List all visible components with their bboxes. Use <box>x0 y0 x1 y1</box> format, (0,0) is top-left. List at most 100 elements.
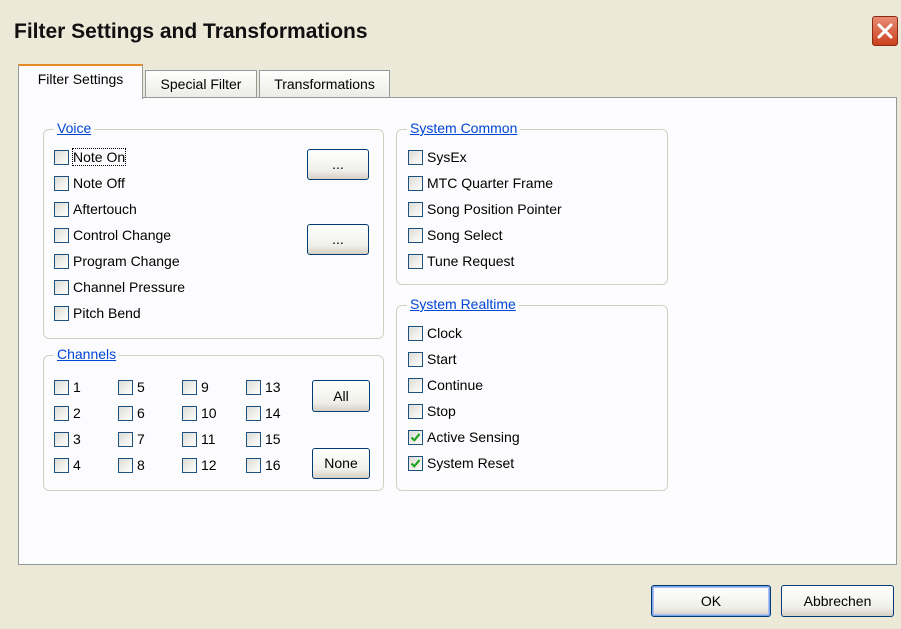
sys-common-song-select-checkbox[interactable] <box>408 227 423 243</box>
note-on-options-button[interactable]: ... <box>307 149 369 180</box>
channel-10-row[interactable]: 10 <box>182 402 217 424</box>
cancel-button[interactable]: Abbrechen <box>781 585 894 617</box>
sys-common-tune-request-checkbox[interactable] <box>408 253 423 269</box>
channel-1-checkbox[interactable] <box>54 379 69 395</box>
channel-3-label: 3 <box>73 431 81 447</box>
channel-12-row[interactable]: 12 <box>182 454 217 476</box>
sys-realtime-stop-checkbox[interactable] <box>408 403 423 419</box>
channels-all-button[interactable]: All <box>312 380 370 412</box>
voice-note-off-checkbox[interactable] <box>54 175 69 191</box>
sys-common-song-position-pointer-label: Song Position Pointer <box>427 201 562 217</box>
sys-realtime-active-sensing-label: Active Sensing <box>427 429 520 445</box>
window-title: Filter Settings and Transformations <box>14 20 368 43</box>
sys-common-sysex-row[interactable]: SysEx <box>408 146 467 168</box>
channel-9-label: 9 <box>201 379 209 395</box>
title-bar[interactable]: Filter Settings and Transformations <box>0 0 901 62</box>
channel-4-row[interactable]: 4 <box>54 454 81 476</box>
sys-realtime-start-checkbox[interactable] <box>408 351 423 367</box>
close-button[interactable] <box>872 16 898 46</box>
voice-program-change-row[interactable]: Program Change <box>54 250 180 272</box>
system-realtime-group: System Realtime Clock Start Continue Stop Ac… <box>396 296 668 491</box>
sys-realtime-continue-checkbox[interactable] <box>408 377 423 393</box>
sys-common-mtc-quarter-frame-checkbox[interactable] <box>408 175 423 191</box>
channel-12-checkbox[interactable] <box>182 457 197 473</box>
voice-group-title: Voice <box>54 120 95 136</box>
channel-10-checkbox[interactable] <box>182 405 197 421</box>
channel-1-row[interactable]: 1 <box>54 376 81 398</box>
voice-aftertouch-checkbox[interactable] <box>54 201 69 217</box>
channel-6-row[interactable]: 6 <box>118 402 145 424</box>
channel-2-checkbox[interactable] <box>54 405 69 421</box>
channel-11-label: 11 <box>201 431 216 447</box>
voice-note-on-checkbox[interactable] <box>54 149 69 165</box>
sys-realtime-system-reset-row[interactable]: System Reset <box>408 452 514 474</box>
channel-9-checkbox[interactable] <box>182 379 197 395</box>
sys-common-song-position-pointer-checkbox[interactable] <box>408 201 423 217</box>
channel-16-label: 16 <box>265 457 281 473</box>
tab-special-filter[interactable]: Special Filter <box>145 70 257 98</box>
voice-aftertouch-row[interactable]: Aftertouch <box>54 198 137 220</box>
sys-realtime-continue-row[interactable]: Continue <box>408 374 483 396</box>
system-common-group: System Common SysEx MTC Quarter Frame Song… <box>396 120 668 285</box>
sys-realtime-start-row[interactable]: Start <box>408 348 457 370</box>
channel-5-checkbox[interactable] <box>118 379 133 395</box>
control-change-options-button[interactable]: ... <box>307 224 369 255</box>
voice-pitch-bend-checkbox[interactable] <box>54 305 69 321</box>
channel-15-row[interactable]: 15 <box>246 428 281 450</box>
voice-note-off-row[interactable]: Note Off <box>54 172 125 194</box>
tab-filter-settings[interactable]: Filter Settings <box>18 64 143 99</box>
sys-realtime-stop-label: Stop <box>427 403 456 419</box>
channel-2-row[interactable]: 2 <box>54 402 81 424</box>
sys-common-sysex-checkbox[interactable] <box>408 149 423 165</box>
sys-realtime-clock-row[interactable]: Clock <box>408 322 462 344</box>
sys-realtime-continue-label: Continue <box>427 377 484 393</box>
sys-common-tune-request-row[interactable]: Tune Request <box>408 250 514 272</box>
voice-channel-pressure-checkbox[interactable] <box>54 279 69 295</box>
channel-8-checkbox[interactable] <box>118 457 133 473</box>
channel-12-label: 12 <box>201 457 217 473</box>
voice-channel-pressure-row[interactable]: Channel Pressure <box>54 276 185 298</box>
voice-control-change-label: Control Change <box>73 227 172 243</box>
channel-7-label: 7 <box>137 431 145 447</box>
channel-7-checkbox[interactable] <box>118 431 133 447</box>
sys-common-mtc-quarter-frame-row[interactable]: MTC Quarter Frame <box>408 172 553 194</box>
channel-9-row[interactable]: 9 <box>182 376 209 398</box>
sys-realtime-active-sensing-row[interactable]: Active Sensing <box>408 426 520 448</box>
channel-13-row[interactable]: 13 <box>246 376 281 398</box>
voice-note-on-row[interactable]: Note On <box>54 146 127 168</box>
sys-realtime-system-reset-checkbox[interactable] <box>408 455 423 471</box>
sys-common-song-select-row[interactable]: Song Select <box>408 224 503 246</box>
channel-8-row[interactable]: 8 <box>118 454 145 476</box>
ok-button[interactable]: OK <box>651 585 771 617</box>
channel-3-row[interactable]: 3 <box>54 428 81 450</box>
tab-transformations[interactable]: Transformations <box>259 70 390 98</box>
channels-none-button[interactable]: None <box>312 448 370 479</box>
voice-note-on-label: Note On <box>71 148 127 166</box>
channel-16-checkbox[interactable] <box>246 457 261 473</box>
channel-3-checkbox[interactable] <box>54 431 69 447</box>
channel-16-row[interactable]: 16 <box>246 454 281 476</box>
system-common-group-title: System Common <box>407 120 521 136</box>
channel-14-row[interactable]: 14 <box>246 402 281 424</box>
channel-11-checkbox[interactable] <box>182 431 197 447</box>
channel-11-row[interactable]: 11 <box>182 428 216 450</box>
voice-control-change-row[interactable]: Control Change <box>54 224 171 246</box>
sys-common-song-position-pointer-row[interactable]: Song Position Pointer <box>408 198 562 220</box>
channel-5-row[interactable]: 5 <box>118 376 145 398</box>
voice-control-change-checkbox[interactable] <box>54 227 69 243</box>
sys-realtime-clock-checkbox[interactable] <box>408 325 423 341</box>
sys-realtime-stop-row[interactable]: Stop <box>408 400 456 422</box>
channel-7-row[interactable]: 7 <box>118 428 145 450</box>
channel-15-checkbox[interactable] <box>246 431 261 447</box>
sys-realtime-active-sensing-checkbox[interactable] <box>408 429 423 445</box>
voice-program-change-checkbox[interactable] <box>54 253 69 269</box>
channel-6-checkbox[interactable] <box>118 405 133 421</box>
channel-13-checkbox[interactable] <box>246 379 261 395</box>
channel-4-checkbox[interactable] <box>54 457 69 473</box>
channel-8-label: 8 <box>137 457 145 473</box>
voice-pitch-bend-row[interactable]: Pitch Bend <box>54 302 141 324</box>
channel-14-checkbox[interactable] <box>246 405 261 421</box>
channel-2-label: 2 <box>73 405 81 421</box>
sys-common-mtc-quarter-frame-label: MTC Quarter Frame <box>427 175 554 191</box>
sys-realtime-start-label: Start <box>427 351 457 367</box>
